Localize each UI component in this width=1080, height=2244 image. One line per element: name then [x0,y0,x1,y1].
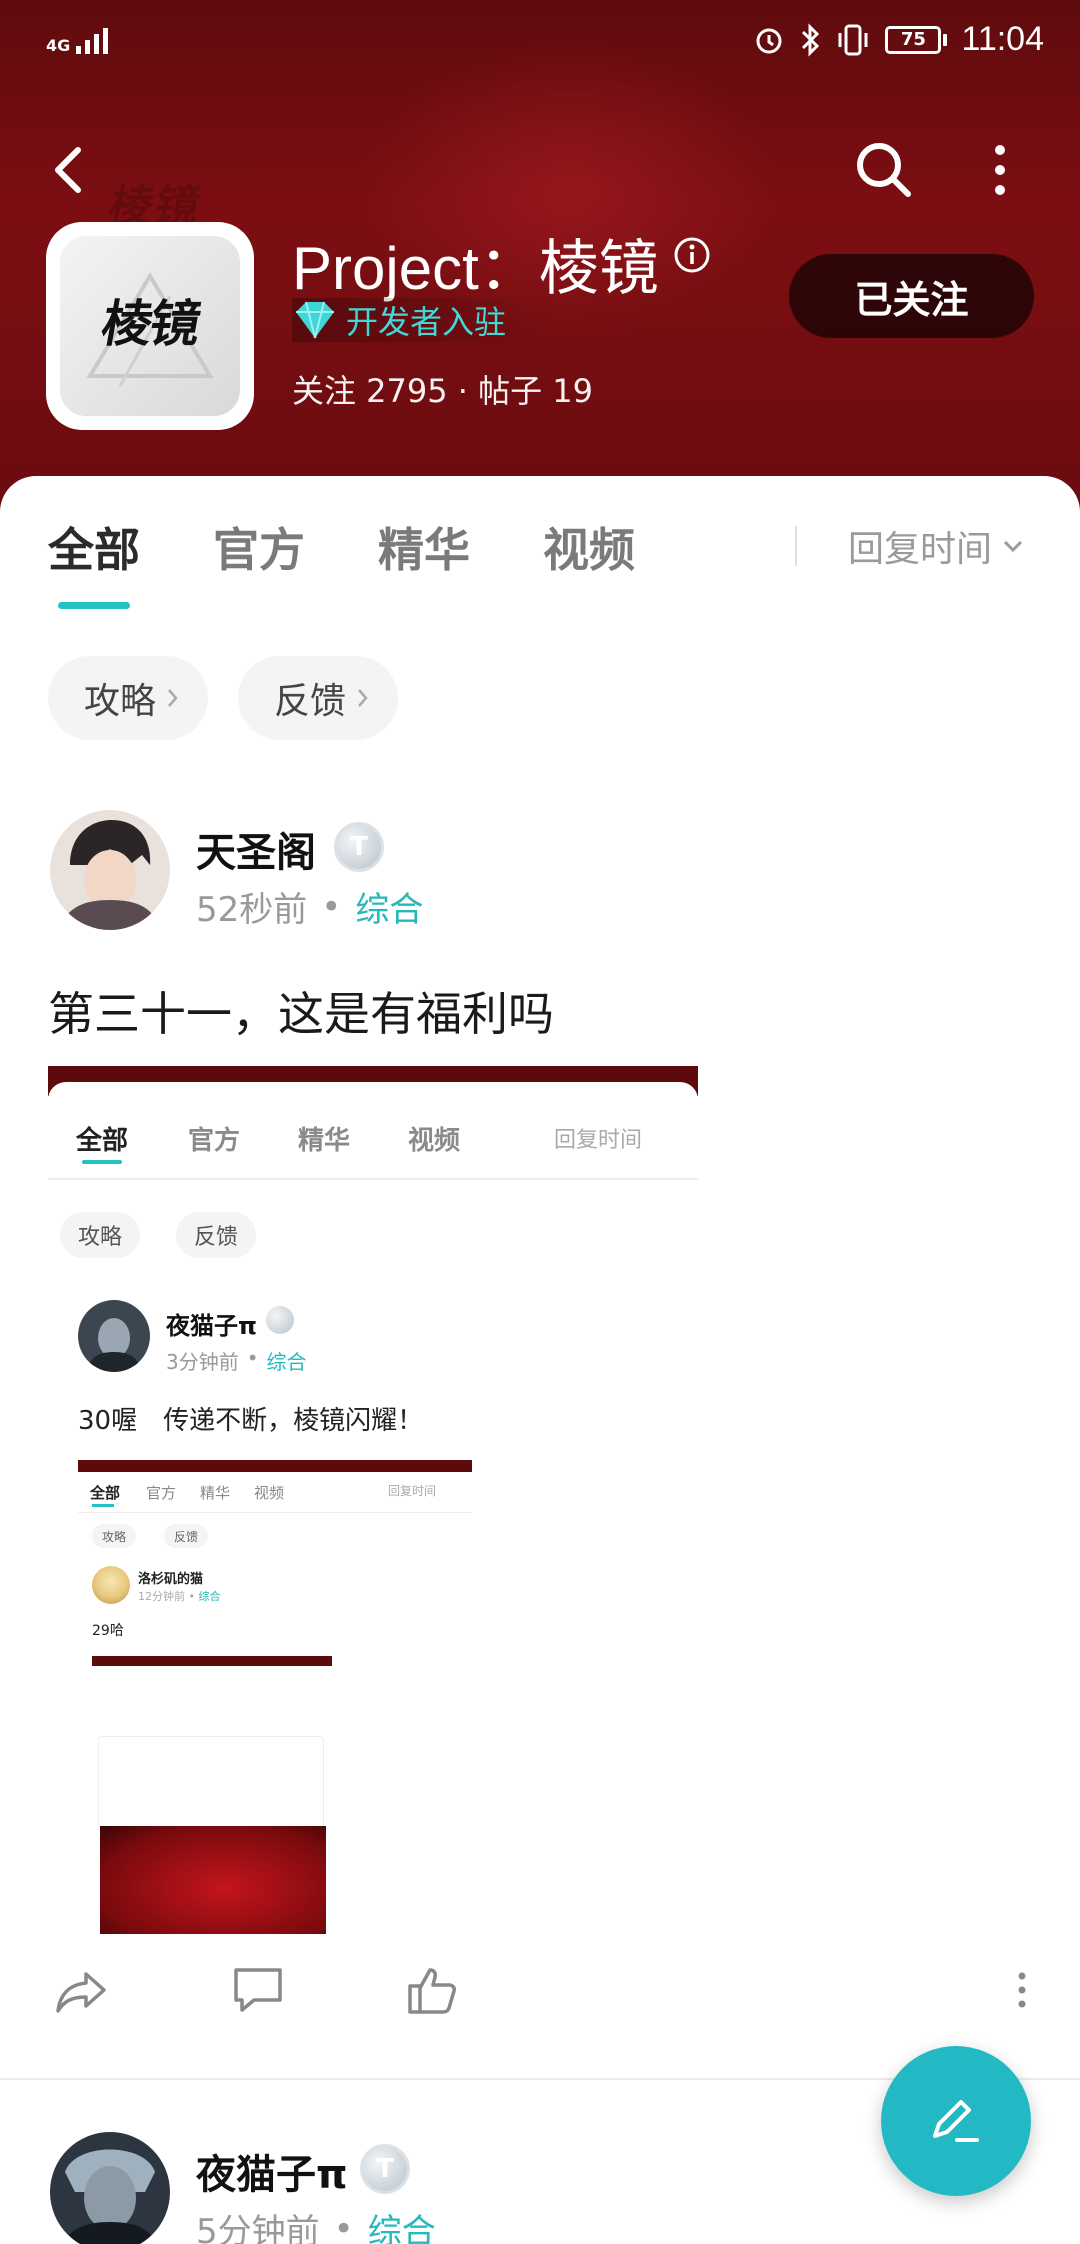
edit-icon [933,2100,979,2142]
post-username[interactable]: 天圣阁 [196,820,316,878]
deep-nested-red-image [100,1826,326,1934]
post-username[interactable]: 夜猫子π [196,2142,348,2200]
tab-all[interactable]: 全部 [48,514,140,580]
post-time: 52秒前 [196,890,308,930]
tab-divider [795,526,797,566]
screenshot-level-badge [266,1306,294,1334]
follow-button[interactable]: 已关注 [789,254,1034,338]
back-icon[interactable] [44,140,94,200]
alarm-icon [756,28,782,53]
screenshot-time: 3分钟前 [166,1350,239,1374]
chevron-right-icon [168,689,178,707]
forum-stats: 关注 2795 · 帖子 19 [292,372,594,410]
nav-bar [0,120,1080,220]
level-badge: T [334,822,384,872]
share-icon[interactable] [52,1960,112,2020]
status-icons: 75 11:04 [753,20,1044,59]
post-time: 5分钟前 [196,2212,320,2244]
nested-sort: 回复时间 [388,1484,437,1498]
screenshot-tab: 全部 [76,1126,129,1156]
diamond-icon [296,301,334,339]
like-icon[interactable] [402,1960,462,2020]
developer-badge-label: 开发者入驻 [346,303,507,341]
content-panel: 全部 官方 精华 视频 回复时间 攻略 反馈 天圣阁 T 52秒前 • 综合 第… [0,476,1080,2244]
post-category[interactable]: 综合 [355,882,423,931]
nested-tab: 官方 [146,1484,177,1502]
chip-label: 反馈 [274,681,347,722]
info-icon[interactable] [673,236,711,274]
screenshot-chip: 反馈 [176,1212,257,1258]
nested-avatar [92,1566,130,1604]
post-actions [0,1934,1080,2054]
screenshot-content: 全部 官方 精华 视频 回复时间 攻略 反馈 夜猫子π 3分钟前 • 综合 30… [48,1082,698,1934]
screenshot-divider [48,1178,698,1180]
app-icon[interactable]: 棱镜 [46,222,254,430]
nested-tab: 视频 [254,1484,285,1502]
screenshot-text: 30喔 传递不断，棱镜闪耀！ [78,1406,424,1436]
meta-dot: • [321,886,342,927]
chevron-down-icon [1003,540,1023,553]
chip-feedback[interactable]: 反馈 [238,656,399,740]
meta-dot: • [333,2208,354,2244]
tab-video[interactable]: 视频 [543,514,635,580]
chip-label: 攻略 [84,681,157,722]
nested-chip: 攻略 [92,1524,137,1548]
tab-featured[interactable]: 精华 [378,514,470,580]
screenshot-tab: 精华 [298,1126,351,1156]
screenshot-category: 综合 [266,1350,307,1374]
nested-chip: 反馈 [164,1524,209,1548]
comment-icon[interactable] [228,1960,288,2020]
status-bar: 4G 75 11:04 [0,0,1080,84]
post-meta: 5分钟前 • 综合 [196,2204,436,2244]
new-post-button[interactable] [881,2046,1031,2196]
sort-label: 回复时间 [848,529,993,570]
avatar[interactable] [50,810,170,930]
screenshot-chip: 攻略 [60,1212,141,1258]
network-type: 4G [46,36,71,55]
vibrate-icon [838,24,868,55]
post-category[interactable]: 综合 [368,2204,436,2244]
battery-level: 75 [885,25,942,54]
more-icon[interactable] [980,140,1020,200]
search-icon[interactable] [852,138,916,202]
screenshot-tab-indicator [82,1160,122,1164]
active-tab-indicator [58,602,130,609]
avatar-image [50,2132,170,2244]
screenshot-sort: 回复时间 [554,1128,643,1153]
screenshot-tab: 视频 [408,1126,461,1156]
nested-username: 洛杉矶的猫 [138,1572,204,1587]
post-text[interactable]: 第三十一，这是有福利吗 [48,978,554,1044]
screenshot-username: 夜猫子π [166,1312,257,1340]
app-icon-logo-text: 棱镜 [97,295,204,353]
screenshot-avatar [78,1300,150,1372]
battery-icon: 75 [885,25,948,54]
nested-tab: 全部 [90,1484,121,1502]
avatar-image [50,810,170,930]
chip-guides[interactable]: 攻略 [48,656,209,740]
tab-official[interactable]: 官方 [213,514,305,580]
screenshot-tab: 官方 [188,1126,241,1156]
forum-header: 棱镜 4G 75 11:04 棱镜 Project：棱镜 开发者入驻 关注 27… [0,0,1080,520]
nested-screenshot: 全部 官方 精华 视频 回复时间 攻略 反馈 洛杉矶的猫 12分钟前 • 综合 … [78,1460,472,1934]
developer-badge: 开发者入驻 [292,298,547,342]
page-title: Project：棱镜 [292,235,659,302]
post-image[interactable]: 全部 官方 精华 视频 回复时间 攻略 反馈 夜猫子π 3分钟前 • 综合 30… [48,1066,698,1934]
post-more-icon[interactable] [992,1960,1052,2020]
deep-nested-screenshot [92,1656,332,1934]
clock: 11:04 [961,20,1044,58]
post-meta: 52秒前 • 综合 [196,882,423,931]
nested-meta: 12分钟前 • 综合 [138,1590,221,1603]
avatar[interactable] [50,2132,170,2244]
sort-dropdown[interactable]: 回复时间 [848,520,1024,572]
chevron-right-icon [358,689,368,707]
nested-text: 29哈 [92,1623,124,1639]
nested-tab: 精华 [200,1484,231,1502]
level-badge: T [360,2144,410,2194]
tab-bar: 全部 官方 精华 视频 回复时间 [0,476,1080,609]
signal-indicator: 4G [46,24,109,55]
signal-bars-icon [76,24,109,54]
bluetooth-icon [802,22,820,57]
post-item[interactable]: 天圣阁 T 52秒前 • 综合 第三十一，这是有福利吗 全部 官方 精华 视频 … [0,810,1080,2040]
screenshot-meta: 3分钟前 • 综合 [166,1346,307,1374]
